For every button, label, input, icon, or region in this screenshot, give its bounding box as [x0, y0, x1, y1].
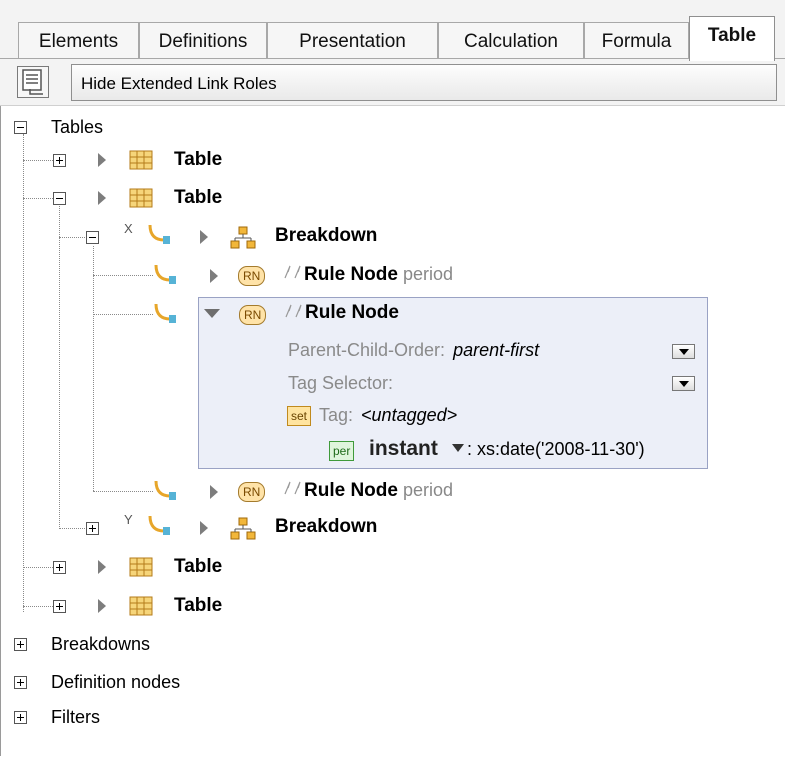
abstract-flag-icon [284, 481, 301, 495]
hide-extended-link-roles-button[interactable]: Hide Extended Link Roles [71, 64, 777, 101]
filters-label[interactable]: Filters [51, 707, 100, 728]
expand-icon[interactable] [53, 561, 66, 574]
rule-node-badge: RN [238, 482, 266, 502]
tab-divider [0, 58, 785, 59]
breakdown-label[interactable]: Breakdown [275, 516, 377, 538]
tab-formula[interactable]: Formula [584, 22, 689, 58]
tab-elements[interactable]: Elements [18, 22, 139, 58]
tab-definitions[interactable]: Definitions [139, 22, 267, 58]
period-label: period [402, 480, 454, 500]
relationship-arrow-icon [154, 480, 176, 500]
expand-icon[interactable] [14, 676, 27, 689]
table-icon [129, 557, 153, 577]
play-triangle-icon[interactable] [200, 521, 208, 535]
expand-icon[interactable] [14, 638, 27, 651]
relationship-arrow-icon [148, 515, 170, 535]
rule-node-row[interactable]: Rule Node period [304, 480, 453, 502]
table-icon [129, 596, 153, 616]
tab-calculation[interactable]: Calculation [438, 22, 584, 58]
rule-node-label: Rule Node [304, 480, 398, 501]
table-label[interactable]: Table [174, 595, 222, 617]
definition-nodes-label[interactable]: Definition nodes [51, 672, 180, 693]
tab-presentation[interactable]: Presentation [267, 22, 438, 58]
tab-table[interactable]: Table [689, 16, 775, 61]
expand-icon[interactable] [86, 522, 99, 535]
extended-link-roles-icon[interactable] [17, 66, 49, 98]
play-triangle-icon[interactable] [98, 560, 106, 574]
expand-icon[interactable] [14, 711, 27, 724]
play-triangle-icon[interactable] [98, 599, 106, 613]
axis-y-label: Y [124, 512, 133, 527]
tree-view-lower: RN Rule Node period Y Breakdown Table Ta… [0, 106, 785, 756]
tab-bar: Elements Definitions Presentation Calcul… [0, 0, 785, 61]
breakdowns-label[interactable]: Breakdowns [51, 634, 150, 655]
table-label[interactable]: Table [174, 556, 222, 578]
play-triangle-icon[interactable] [210, 485, 218, 499]
breakdown-icon [230, 517, 256, 540]
expand-icon[interactable] [53, 600, 66, 613]
